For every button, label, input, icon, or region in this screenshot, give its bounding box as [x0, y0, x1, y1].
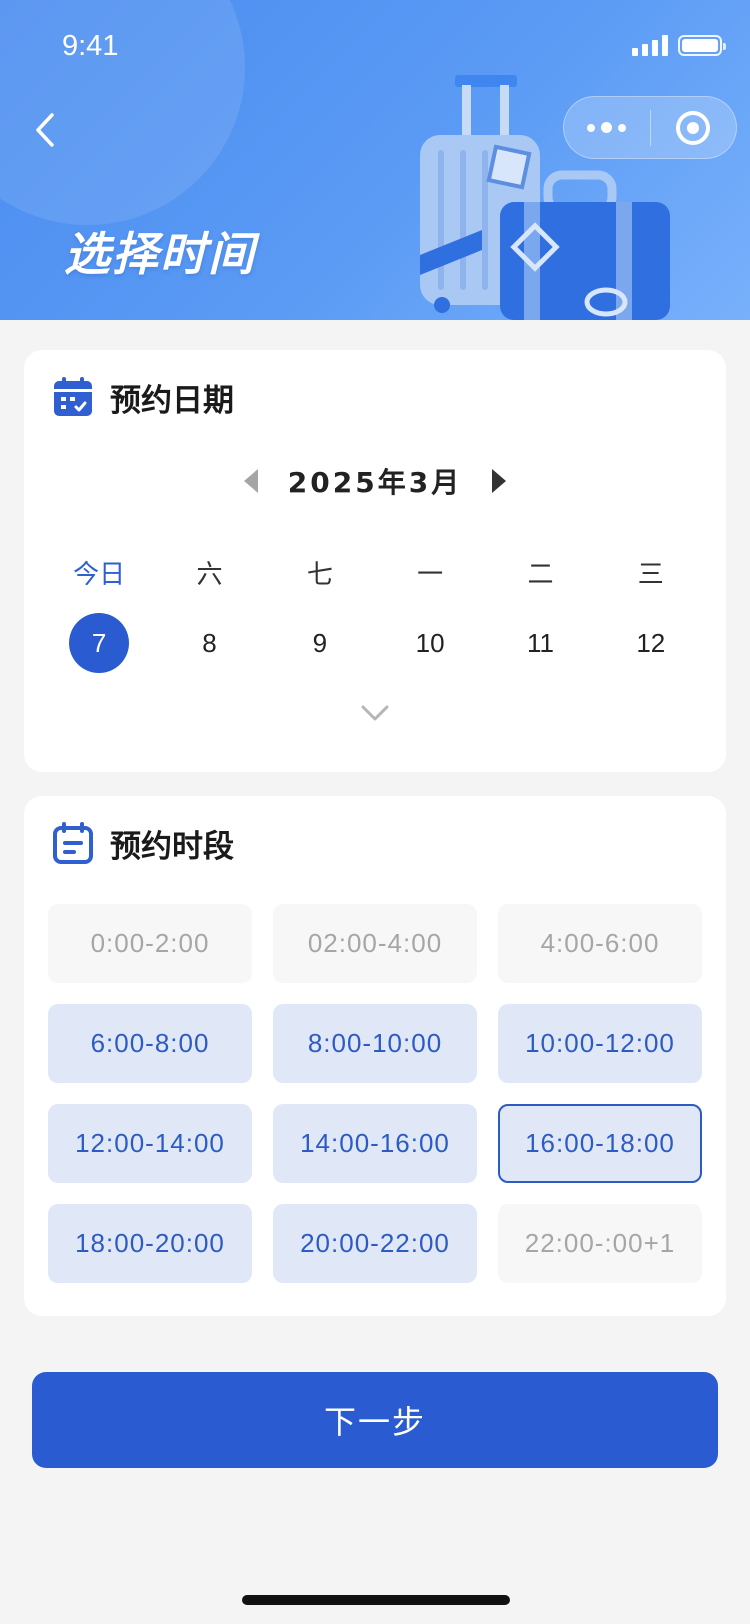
weekday-label: 三 — [637, 560, 664, 590]
date-card-header: 预约日期 — [52, 374, 234, 420]
time-slot[interactable]: 20:00-22:00 — [273, 1204, 477, 1283]
signal-icon — [632, 34, 668, 56]
day-date[interactable]: 7 — [69, 613, 130, 673]
time-slot[interactable]: 18:00-20:00 — [48, 1204, 252, 1283]
next-step-button[interactable]: 下一步 — [32, 1372, 718, 1468]
day-column: 七 9 — [265, 555, 375, 673]
status-time: 9:41 — [62, 30, 119, 62]
battery-icon — [678, 34, 726, 56]
luggage-illustration — [420, 75, 670, 320]
calendar-icon — [54, 377, 92, 416]
month-navigator: 2025年3月 — [24, 456, 726, 506]
time-slot: 22:00-:00+1 — [498, 1204, 702, 1283]
home-indicator — [242, 1595, 510, 1605]
weekday-label: 六 — [196, 560, 223, 590]
month-label: 2025年3月 — [287, 466, 463, 499]
weekday-label: 二 — [527, 560, 554, 590]
weekday-label: 七 — [306, 560, 333, 590]
weekday-label: 一 — [417, 560, 444, 590]
time-slot[interactable]: 10:00-12:00 — [498, 1004, 702, 1083]
expand-calendar-button[interactable] — [355, 698, 395, 728]
time-slot[interactable]: 6:00-8:00 — [48, 1004, 252, 1083]
time-slot[interactable]: 14:00-16:00 — [273, 1104, 477, 1183]
time-slot[interactable]: 12:00-14:00 — [48, 1104, 252, 1183]
time-slot: 4:00-6:00 — [498, 904, 702, 983]
day-date[interactable]: 8 — [179, 613, 239, 673]
time-card-title: 预约时段 — [110, 828, 234, 865]
date-card-title: 预约日期 — [110, 382, 234, 419]
day-date[interactable]: 11 — [510, 613, 570, 673]
day-column: 今日 7 — [44, 555, 154, 673]
day-column: 一 10 — [375, 555, 485, 673]
prev-month-button[interactable] — [236, 461, 266, 501]
chevron-left-icon — [36, 113, 54, 147]
calendar-list-icon — [53, 822, 93, 864]
back-button[interactable] — [26, 105, 66, 155]
date-card: 预约日期 2025年3月 今日 7 六 8 七 9 一 10 二 11 三 12 — [24, 350, 726, 772]
day-date[interactable]: 12 — [621, 613, 681, 673]
page-title: 选择时间 — [64, 227, 256, 281]
triangle-right-icon — [492, 469, 507, 493]
time-slot-grid: 0:00-2:00 02:00-4:00 4:00-6:00 6:00-8:00… — [48, 904, 702, 1283]
status-icons — [632, 34, 726, 56]
time-card-header: 预约时段 — [52, 820, 234, 866]
day-date[interactable]: 9 — [290, 613, 350, 673]
triangle-left-icon — [243, 469, 258, 493]
chevron-down-icon — [361, 705, 389, 721]
day-date[interactable]: 10 — [400, 613, 460, 673]
time-slot[interactable]: 8:00-10:00 — [273, 1004, 477, 1083]
week-strip: 今日 7 六 8 七 9 一 10 二 11 三 12 — [44, 555, 706, 673]
time-slot: 0:00-2:00 — [48, 904, 252, 983]
day-column: 三 12 — [596, 555, 706, 673]
day-column: 二 11 — [485, 555, 595, 673]
time-card: 预约时段 0:00-2:00 02:00-4:00 4:00-6:00 6:00… — [24, 796, 726, 1316]
next-month-button[interactable] — [484, 461, 514, 501]
time-slot: 02:00-4:00 — [273, 904, 477, 983]
time-slot-selected[interactable]: 16:00-18:00 — [498, 1104, 702, 1183]
weekday-label: 今日 — [73, 560, 126, 590]
day-column: 六 8 — [154, 555, 264, 673]
header-banner: 9:41 选择时间 — [0, 0, 750, 320]
